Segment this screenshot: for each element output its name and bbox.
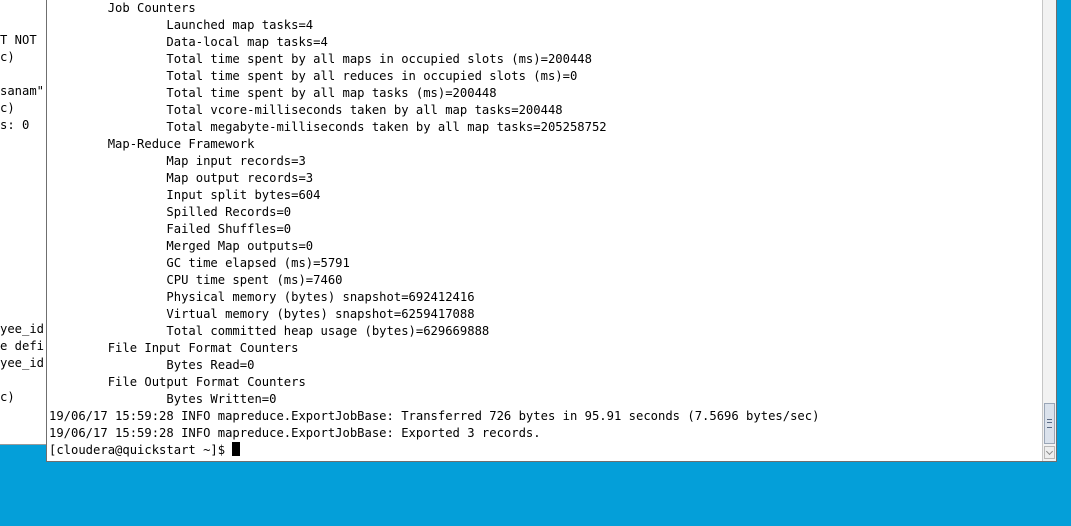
shell-prompt: [cloudera@quickstart ~]$ bbox=[49, 443, 233, 457]
grip-icon bbox=[1047, 419, 1052, 428]
terminal-line: Bytes Written=0 bbox=[49, 392, 277, 406]
terminal-line: Data-local map tasks=4 bbox=[49, 35, 328, 49]
terminal-line: Virtual memory (bytes) snapshot=62594170… bbox=[49, 307, 475, 321]
background-terminal-line: T NOT bbox=[0, 33, 37, 47]
terminal-line: Job Counters bbox=[49, 1, 196, 15]
terminal-line: Map input records=3 bbox=[49, 154, 306, 168]
terminal-line: Failed Shuffles=0 bbox=[49, 222, 292, 236]
terminal-line: CPU time spent (ms)=7460 bbox=[49, 273, 343, 287]
terminal-line: Map-Reduce Framework bbox=[49, 137, 255, 151]
terminal-output[interactable]: Job Counters Launched map tasks=4 Data-l… bbox=[49, 0, 1043, 460]
terminal-line: Total time spent by all reduces in occup… bbox=[49, 69, 578, 83]
terminal-line: Input split bytes=604 bbox=[49, 188, 321, 202]
background-terminal-line: sanam" bbox=[0, 84, 45, 98]
background-terminal-line: e defi bbox=[0, 339, 45, 353]
background-terminal-line: s: 0 bbox=[0, 118, 30, 132]
terminal-line: File Input Format Counters bbox=[49, 341, 299, 355]
terminal-line: Total time spent by all maps in occupied… bbox=[49, 52, 592, 66]
terminal-line: Total megabyte-milliseconds taken by all… bbox=[49, 120, 607, 134]
terminal-line: Bytes Read=0 bbox=[49, 358, 255, 372]
background-terminal-line: c) bbox=[0, 50, 15, 64]
terminal-line: Launched map tasks=4 bbox=[49, 18, 314, 32]
terminal-line: Merged Map outputs=0 bbox=[49, 239, 314, 253]
vertical-scrollbar[interactable] bbox=[1042, 0, 1056, 461]
terminal-line: Spilled Records=0 bbox=[49, 205, 292, 219]
terminal-line: Total committed heap usage (bytes)=62966… bbox=[49, 324, 490, 338]
background-terminal-line: c) bbox=[0, 101, 15, 115]
background-terminal-line: yee_id bbox=[0, 356, 45, 370]
terminal-line: 19/06/17 15:59:28 INFO mapreduce.ExportJ… bbox=[49, 409, 820, 423]
scroll-down-button[interactable] bbox=[1044, 446, 1055, 459]
background-terminal-line: c) bbox=[0, 390, 15, 404]
text-cursor bbox=[232, 442, 241, 456]
terminal-line: GC time elapsed (ms)=5791 bbox=[49, 256, 350, 270]
terminal-line: Physical memory (bytes) snapshot=6924124… bbox=[49, 290, 475, 304]
scrollbar-thumb[interactable] bbox=[1044, 403, 1055, 444]
terminal-line: Map output records=3 bbox=[49, 171, 314, 185]
terminal-line: 19/06/17 15:59:28 INFO mapreduce.ExportJ… bbox=[49, 426, 541, 440]
background-terminal-line: yee_id bbox=[0, 322, 45, 336]
terminal-line: Total time spent by all map tasks (ms)=2… bbox=[49, 86, 497, 100]
chevron-down-icon bbox=[1045, 447, 1054, 456]
terminal-line: File Output Format Counters bbox=[49, 375, 306, 389]
terminal-window[interactable]: Job Counters Launched map tasks=4 Data-l… bbox=[46, 0, 1057, 462]
terminal-line: Total vcore-milliseconds taken by all ma… bbox=[49, 103, 563, 117]
prompt-line[interactable]: [cloudera@quickstart ~]$ bbox=[49, 442, 1043, 459]
